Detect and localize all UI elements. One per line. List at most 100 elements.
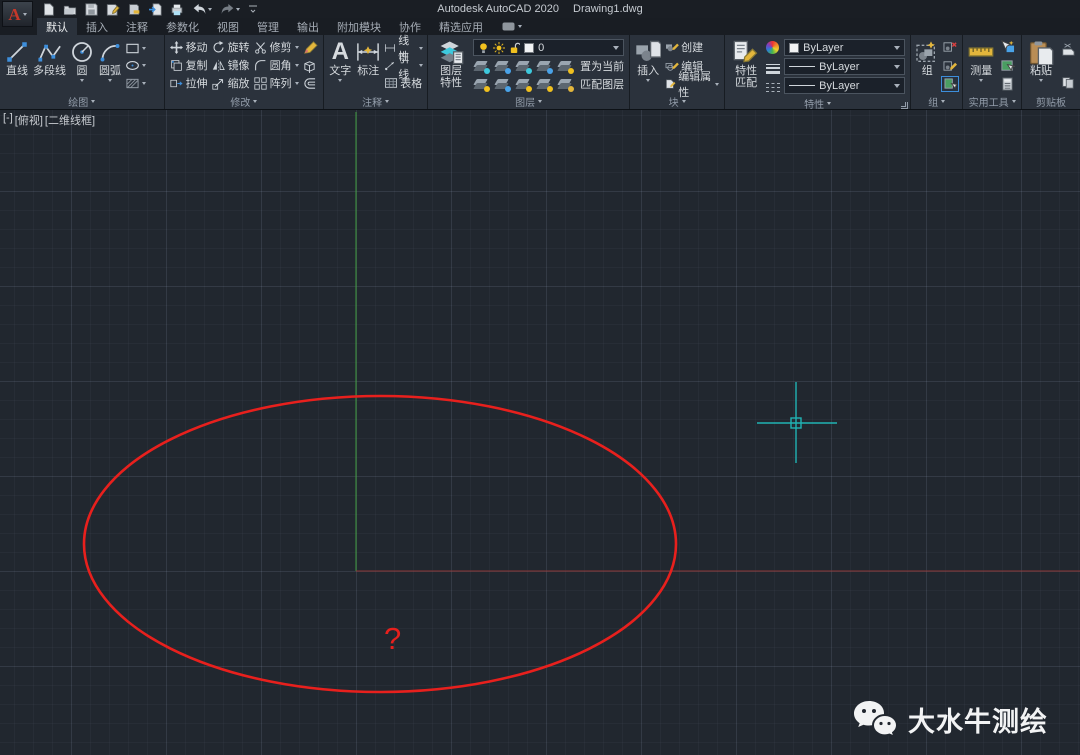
match-layer-button[interactable]: 匹配图层 — [580, 76, 624, 92]
layer-unisolate-button[interactable] — [494, 77, 511, 92]
layer-properties-button[interactable]: 图层 特性 — [431, 37, 471, 94]
object-color-dropdown[interactable]: ByLayer — [784, 39, 905, 56]
mirror-icon — [212, 59, 225, 72]
color-wheel-icon[interactable] — [766, 41, 779, 54]
drawing-canvas[interactable]: [-] [俯视] [二维线框] ? 大水牛测绘 — [0, 110, 1080, 755]
ellipse-tool-button[interactable] — [125, 58, 146, 74]
panel-label-layers[interactable]: 图层 — [428, 94, 629, 109]
select-all-button[interactable] — [998, 58, 1016, 74]
group-selection-toggle[interactable] — [941, 76, 959, 92]
viewport-menu-control[interactable]: [-] — [3, 112, 13, 128]
export-button[interactable] — [149, 3, 162, 16]
layer-unlock-button[interactable] — [536, 77, 553, 92]
insert-block-button[interactable]: 插入 — [633, 37, 663, 94]
erase-tool-button[interactable] — [302, 40, 318, 56]
explode-tool-button[interactable] — [302, 58, 318, 74]
panel-label-utilities[interactable]: 实用工具 — [963, 94, 1021, 109]
arc-tool-button[interactable]: 圆弧 — [96, 37, 124, 94]
copy-clip-button[interactable] — [1059, 74, 1077, 90]
stretch-tool-button[interactable]: 拉伸 — [170, 75, 208, 91]
plot-stamp-button[interactable] — [128, 3, 141, 16]
edit-attributes-button[interactable]: 编辑属性 — [665, 76, 719, 92]
measure-button[interactable]: 测量 — [966, 37, 996, 94]
move-tool-button[interactable]: 移动 — [170, 39, 208, 55]
offset-tool-button[interactable] — [302, 75, 318, 91]
paste-button[interactable]: 粘贴 — [1025, 37, 1057, 94]
dimension-tool-button[interactable]: 标注 — [353, 37, 383, 94]
panel-label-clipboard[interactable]: 剪贴板 — [1022, 94, 1080, 109]
redo-button[interactable] — [220, 3, 240, 15]
layer-off-button[interactable] — [473, 59, 490, 74]
quick-calculator-button[interactable] — [998, 76, 1016, 92]
lineweight-dropdown[interactable]: ByLayer — [784, 58, 905, 75]
tab-default[interactable]: 默认 — [37, 18, 77, 35]
fillet-tool-button[interactable]: 圆角 — [254, 57, 299, 73]
leader-button[interactable]: 引线 — [384, 58, 423, 74]
edit-block-icon — [665, 60, 679, 72]
new-file-button[interactable] — [42, 3, 55, 16]
measure-caret-icon — [979, 79, 983, 82]
viewport-view-control[interactable]: [俯视] — [15, 112, 43, 128]
save-button[interactable] — [85, 3, 98, 16]
panel-label-annotate[interactable]: 注释 — [324, 94, 427, 109]
rotate-tool-button[interactable]: 旋转 — [212, 39, 250, 55]
application-menu-button[interactable]: A — [2, 1, 33, 27]
open-file-button[interactable] — [63, 3, 77, 16]
text-tool-button[interactable]: A 文字 — [327, 37, 353, 94]
table-button[interactable]: 表格 — [384, 75, 423, 91]
set-current-button[interactable]: 置为当前 — [580, 58, 624, 74]
tab-manage[interactable]: 管理 — [248, 18, 288, 35]
undo-button[interactable] — [192, 3, 212, 15]
panel-label-groups[interactable]: 组 — [911, 94, 962, 109]
print-button[interactable] — [170, 3, 184, 16]
hatch-tool-button[interactable] — [125, 75, 146, 91]
open-folder-icon — [63, 3, 77, 16]
quick-select-button[interactable] — [998, 39, 1016, 55]
mirror-tool-button[interactable]: 镜像 — [212, 57, 250, 73]
polyline-tool-button[interactable]: 多段线 — [31, 37, 68, 94]
ungroup-button[interactable] — [941, 39, 959, 55]
tab-annotate[interactable]: 注释 — [117, 18, 157, 35]
viewport-visual-style-control[interactable]: [二维线框] — [45, 112, 95, 128]
ribbon-display-toggle[interactable] — [502, 18, 522, 35]
panel-label-draw[interactable]: 绘图 — [0, 94, 164, 109]
trim-tool-button[interactable]: 修剪 — [254, 39, 299, 55]
tab-view[interactable]: 视图 — [208, 18, 248, 35]
save-as-button[interactable] — [106, 3, 120, 16]
create-block-icon — [665, 41, 679, 53]
hatch-caret-icon — [142, 82, 146, 85]
layer-thaw-button[interactable] — [515, 77, 532, 92]
linetype-dropdown[interactable]: ByLayer — [784, 77, 905, 94]
panel-label-modify[interactable]: 修改 — [165, 94, 324, 109]
linetype-icon[interactable] — [766, 83, 780, 92]
group-edit-button[interactable] — [941, 58, 959, 74]
drawn-ellipse[interactable] — [84, 396, 676, 692]
scale-tool-button[interactable]: 缩放 — [212, 75, 250, 91]
layer-select-dropdown[interactable]: 0 — [473, 39, 624, 56]
tab-addins[interactable]: 附加模块 — [328, 18, 390, 35]
layer-lock-button[interactable] — [536, 59, 553, 74]
panel-label-block[interactable]: 块 — [630, 94, 724, 109]
copy-tool-button[interactable]: 复制 — [170, 57, 208, 73]
tab-insert[interactable]: 插入 — [77, 18, 117, 35]
rectangle-tool-button[interactable] — [125, 40, 146, 56]
tab-parametric[interactable]: 参数化 — [157, 18, 208, 35]
layer-isolate-button[interactable] — [494, 59, 511, 74]
lineweight-icon[interactable] — [766, 64, 780, 74]
panel-label-properties[interactable]: 特性 — [725, 96, 910, 111]
create-block-button[interactable]: 创建 — [665, 39, 719, 55]
qat-customize-button[interactable] — [248, 4, 258, 14]
group-button[interactable]: 组 — [914, 37, 940, 94]
circle-tool-button[interactable]: 圆 — [68, 37, 96, 94]
tab-featured-apps[interactable]: 精选应用 — [430, 18, 492, 35]
properties-panel-expander[interactable] — [901, 102, 908, 109]
match-properties-button[interactable]: 特性 匹配 — [728, 37, 764, 96]
array-icon — [254, 77, 267, 90]
layer-on-all-button[interactable] — [473, 77, 490, 92]
line-tool-button[interactable]: 直线 — [3, 37, 31, 94]
layer-freeze-button[interactable] — [515, 59, 532, 74]
array-tool-button[interactable]: 阵列 — [254, 75, 299, 91]
ribbon-display-caret-icon — [518, 25, 522, 28]
cut-clip-button[interactable] — [1059, 41, 1077, 57]
tab-output[interactable]: 输出 — [288, 18, 328, 35]
